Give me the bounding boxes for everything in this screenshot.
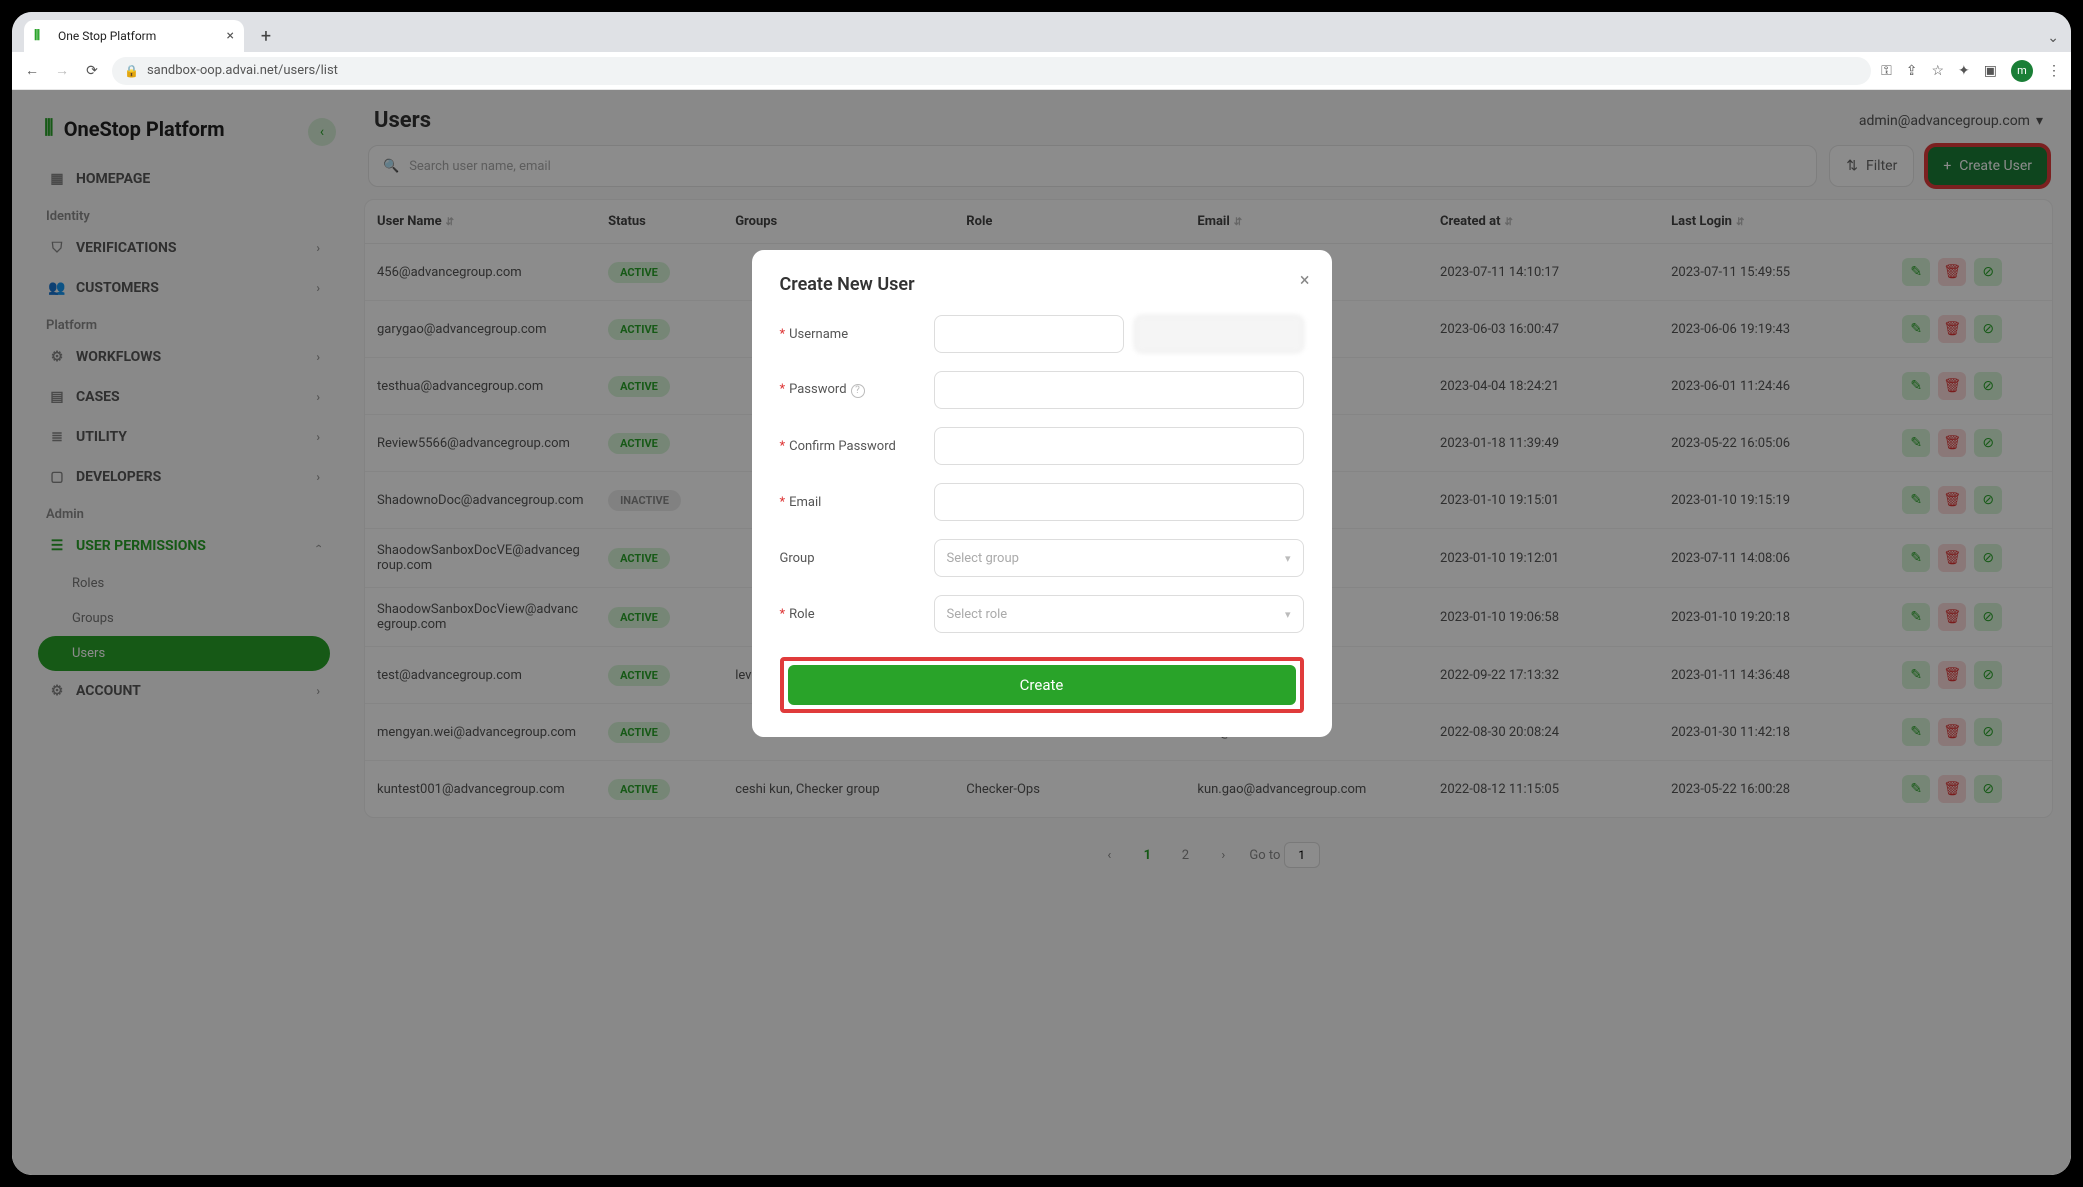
username-label: *Username <box>780 327 920 342</box>
kebab-icon[interactable]: ⋮ <box>2047 63 2061 79</box>
profile-avatar[interactable]: m <box>2011 60 2033 82</box>
create-user-modal: Create New User × *Username *Password? <box>752 250 1332 737</box>
modal-overlay: Create New User × *Username *Password? <box>12 90 2071 1175</box>
chevron-down-icon: ▾ <box>1285 552 1291 565</box>
browser-toolbar: ← → ⟳ 🔒 sandbox-oop.advai.net/users/list… <box>12 52 2071 90</box>
nav-reload-icon[interactable]: ⟳ <box>82 63 102 79</box>
username-domain-suffix <box>1134 315 1304 353</box>
password-label: *Password? <box>780 382 920 398</box>
share-icon[interactable]: ⇪ <box>1906 63 1918 79</box>
new-tab-button[interactable]: + <box>252 22 280 50</box>
tab-title: One Stop Platform <box>58 29 219 43</box>
info-icon: ? <box>851 384 865 398</box>
password-input[interactable] <box>934 371 1304 409</box>
email-input[interactable] <box>934 483 1304 521</box>
modal-title: Create New User <box>780 274 1304 295</box>
role-label: *Role <box>780 607 920 622</box>
favicon-icon: ⦀ <box>34 28 50 44</box>
group-select[interactable]: Select group ▾ <box>934 539 1304 577</box>
url-text: sandbox-oop.advai.net/users/list <box>147 63 338 78</box>
lock-icon: 🔒 <box>124 64 139 78</box>
browser-tabstrip: ⦀ One Stop Platform × + ⌄ <box>12 12 2071 52</box>
confirm-password-label: *Confirm Password <box>780 439 920 454</box>
username-input[interactable] <box>934 315 1124 353</box>
key-icon[interactable]: ⚿ <box>1881 63 1892 79</box>
create-submit-button[interactable]: Create <box>788 665 1296 705</box>
modal-close-icon[interactable]: × <box>1300 270 1310 291</box>
chevron-down-icon: ▾ <box>1285 608 1291 621</box>
star-icon[interactable]: ☆ <box>1931 63 1944 79</box>
role-select[interactable]: Select role ▾ <box>934 595 1304 633</box>
nav-fwd-icon[interactable]: → <box>52 62 72 79</box>
email-label: *Email <box>780 495 920 510</box>
browser-tab[interactable]: ⦀ One Stop Platform × <box>24 20 244 52</box>
confirm-password-input[interactable] <box>934 427 1304 465</box>
nav-back-icon[interactable]: ← <box>22 62 42 79</box>
panels-icon[interactable]: ▣ <box>1984 63 1997 79</box>
tab-close-icon[interactable]: × <box>227 28 234 44</box>
extension-icon[interactable]: ✦ <box>1958 63 1970 79</box>
window-expand-icon[interactable]: ⌄ <box>2047 30 2059 46</box>
group-label: Group <box>780 551 920 566</box>
address-bar[interactable]: 🔒 sandbox-oop.advai.net/users/list <box>112 57 1871 85</box>
